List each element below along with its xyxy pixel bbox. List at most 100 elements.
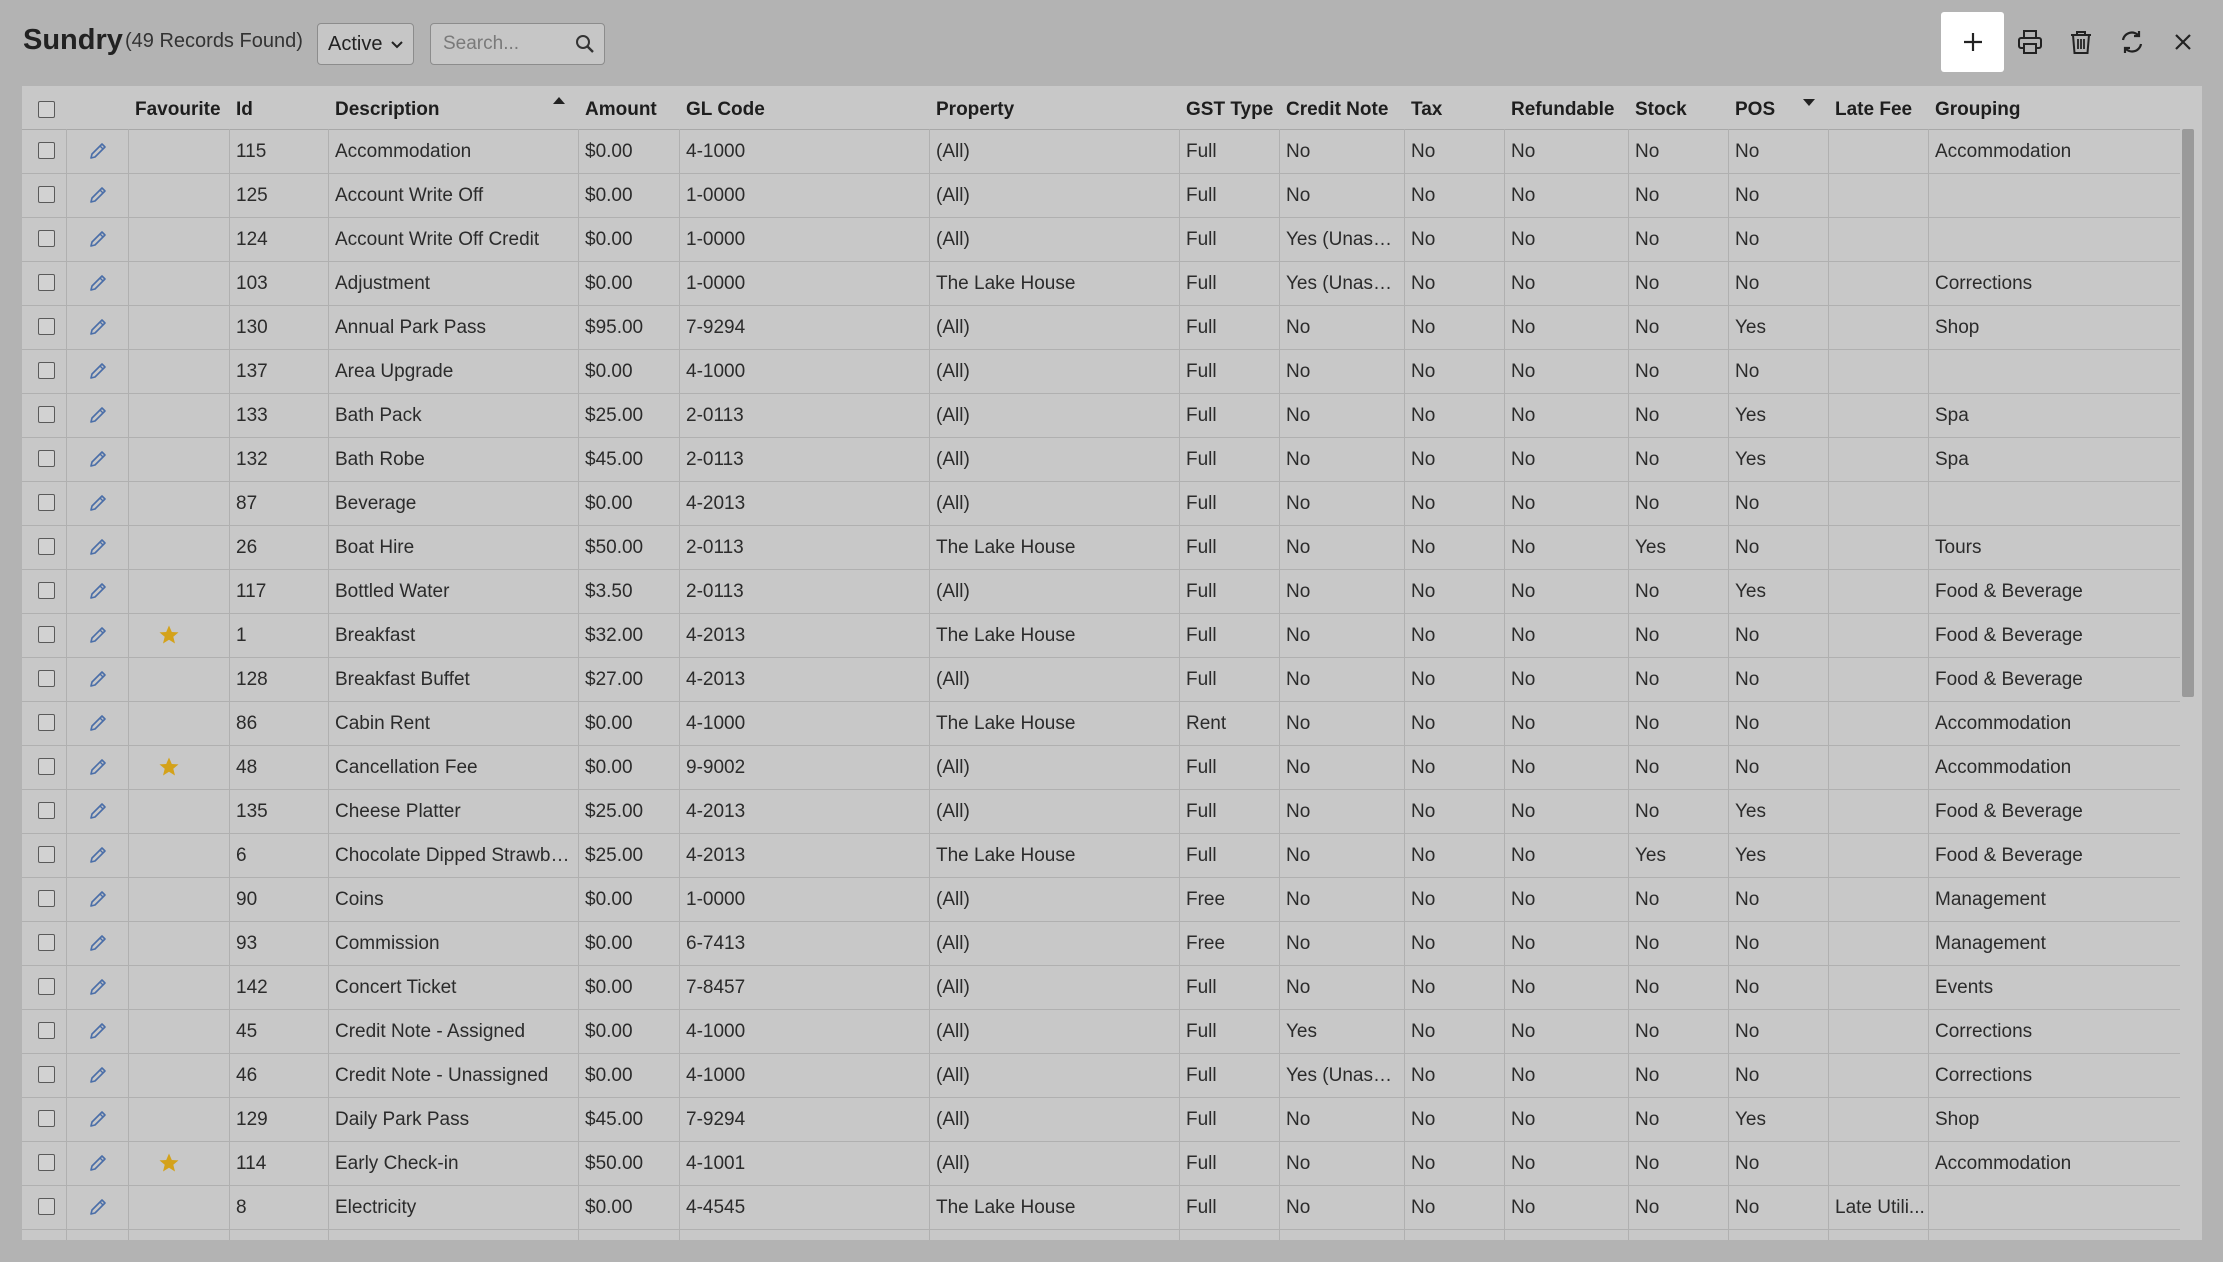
table-row[interactable]: 46 Credit Note - Unassigned $0.00 4-1000 (Al… bbox=[22, 1053, 2180, 1098]
row-checkbox[interactable] bbox=[38, 1066, 55, 1083]
row-checkbox[interactable] bbox=[38, 186, 55, 203]
edit-icon[interactable] bbox=[88, 493, 108, 513]
row-checkbox[interactable] bbox=[38, 362, 55, 379]
column-header-refundable[interactable]: Refundable bbox=[1511, 86, 1614, 129]
table-row[interactable]: 103 Adjustment $0.00 1-0000 The Lake House Fu… bbox=[22, 261, 2180, 306]
edit-icon[interactable] bbox=[88, 713, 108, 733]
search-icon[interactable] bbox=[575, 34, 595, 54]
table-row[interactable]: 90 Coins $0.00 1-0000 (All) Free No No No No No Man… bbox=[22, 877, 2180, 922]
table-row[interactable]: 6 Chocolate Dipped Strawbe... $25.00 4-2013… bbox=[22, 833, 2180, 878]
row-checkbox[interactable] bbox=[38, 1110, 55, 1127]
column-header-gl-code[interactable]: GL Code bbox=[686, 86, 765, 129]
scrollbar-thumb[interactable] bbox=[2182, 129, 2194, 697]
select-all-checkbox[interactable] bbox=[38, 101, 55, 118]
edit-icon[interactable] bbox=[88, 229, 108, 249]
edit-icon[interactable] bbox=[88, 757, 108, 777]
status-filter-select[interactable]: Active bbox=[317, 23, 414, 65]
table-row[interactable]: 125 Account Write Off $0.00 1-0000 (All) Full… bbox=[22, 173, 2180, 218]
column-header-tax[interactable]: Tax bbox=[1411, 86, 1442, 129]
row-checkbox[interactable] bbox=[38, 450, 55, 467]
column-header-id[interactable]: Id bbox=[236, 86, 253, 129]
row-checkbox[interactable] bbox=[38, 626, 55, 643]
edit-icon[interactable] bbox=[88, 625, 108, 645]
column-header-amount[interactable]: Amount bbox=[585, 86, 657, 129]
row-checkbox[interactable] bbox=[38, 934, 55, 951]
edit-icon[interactable] bbox=[88, 933, 108, 953]
edit-icon[interactable] bbox=[88, 185, 108, 205]
edit-icon[interactable] bbox=[88, 537, 108, 557]
row-checkbox[interactable] bbox=[38, 802, 55, 819]
column-header-grouping[interactable]: Grouping bbox=[1935, 86, 2020, 129]
table-row[interactable]: 8 Electricity $0.00 4-4545 The Lake House Ful… bbox=[22, 1185, 2180, 1230]
table-row[interactable]: 45 Credit Note - Assigned $0.00 4-1000 (All)… bbox=[22, 1009, 2180, 1054]
table-row[interactable]: 26 Boat Hire $50.00 2-0113 The Lake House Ful… bbox=[22, 525, 2180, 570]
row-checkbox[interactable] bbox=[38, 318, 55, 335]
table-row[interactable]: 135 Cheese Platter $25.00 4-2013 (All) Full No… bbox=[22, 789, 2180, 834]
column-header-property[interactable]: Property bbox=[936, 86, 1014, 129]
table-row[interactable]: 132 Bath Robe $45.00 2-0113 (All) Full No No No N… bbox=[22, 437, 2180, 482]
print-button[interactable] bbox=[2004, 12, 2055, 72]
edit-icon[interactable] bbox=[88, 1153, 108, 1173]
column-header-late-fee[interactable]: Late Fee bbox=[1835, 86, 1912, 129]
column-menu-icon[interactable] bbox=[1803, 99, 1815, 106]
row-checkbox[interactable] bbox=[38, 670, 55, 687]
row-checkbox[interactable] bbox=[38, 714, 55, 731]
refresh-button[interactable] bbox=[2106, 12, 2157, 72]
edit-icon[interactable] bbox=[88, 977, 108, 997]
favourite-star-icon[interactable] bbox=[158, 624, 180, 646]
column-header-gst-type[interactable]: GST Type bbox=[1186, 86, 1273, 129]
favourite-star-icon[interactable] bbox=[158, 756, 180, 778]
column-header-stock[interactable]: Stock bbox=[1635, 86, 1687, 129]
table-row[interactable]: 48 Cancellation Fee $0.00 9-9002 (All) Full No… bbox=[22, 745, 2180, 790]
table-row[interactable]: 93 Commission $0.00 6-7413 (All) Free No No No No… bbox=[22, 921, 2180, 966]
row-checkbox[interactable] bbox=[38, 1198, 55, 1215]
column-header-pos[interactable]: POS bbox=[1735, 86, 1775, 129]
search-input[interactable] bbox=[441, 32, 575, 56]
row-checkbox[interactable] bbox=[38, 978, 55, 995]
delete-button[interactable] bbox=[2055, 12, 2106, 72]
edit-icon[interactable] bbox=[88, 273, 108, 293]
table-row[interactable]: 129 Daily Park Pass $45.00 7-9294 (All) Full N… bbox=[22, 1097, 2180, 1142]
edit-icon[interactable] bbox=[88, 1197, 108, 1217]
edit-icon[interactable] bbox=[88, 1021, 108, 1041]
search-box[interactable] bbox=[430, 23, 605, 65]
edit-icon[interactable] bbox=[88, 801, 108, 821]
row-checkbox[interactable] bbox=[38, 846, 55, 863]
add-button[interactable] bbox=[1941, 12, 2004, 72]
table-row[interactable]: 117 Bottled Water $3.50 2-0113 (All) Full No No… bbox=[22, 569, 2180, 614]
table-row[interactable]: 142 Concert Ticket $0.00 7-8457 (All) Full No N… bbox=[22, 965, 2180, 1010]
row-checkbox[interactable] bbox=[38, 758, 55, 775]
table-row[interactable]: 124 Account Write Off Credit $0.00 1-0000 (A… bbox=[22, 217, 2180, 262]
table-row[interactable]: 133 Bath Pack $25.00 2-0113 (All) Full No No No N… bbox=[22, 393, 2180, 438]
row-checkbox[interactable] bbox=[38, 582, 55, 599]
row-checkbox[interactable] bbox=[38, 1022, 55, 1039]
edit-icon[interactable] bbox=[88, 889, 108, 909]
edit-icon[interactable] bbox=[88, 669, 108, 689]
row-checkbox[interactable] bbox=[38, 274, 55, 291]
edit-icon[interactable] bbox=[88, 845, 108, 865]
row-checkbox[interactable] bbox=[38, 538, 55, 555]
edit-icon[interactable] bbox=[88, 361, 108, 381]
table-row[interactable]: 128 Breakfast Buffet $27.00 4-2013 (All) Full… bbox=[22, 657, 2180, 702]
edit-icon[interactable] bbox=[88, 1109, 108, 1129]
close-button[interactable] bbox=[2157, 12, 2208, 72]
row-checkbox[interactable] bbox=[38, 890, 55, 907]
table-row[interactable]: 1 Breakfast $32.00 4-2013 The Lake House Full… bbox=[22, 613, 2180, 658]
column-header-favourite[interactable]: Favourite bbox=[135, 86, 221, 129]
table-row[interactable]: 87 Beverage $0.00 4-2013 (All) Full No No No No No bbox=[22, 481, 2180, 526]
row-checkbox[interactable] bbox=[38, 142, 55, 159]
row-checkbox[interactable] bbox=[38, 230, 55, 247]
table-row[interactable]: 130 Annual Park Pass $95.00 7-9294 (All) Full… bbox=[22, 305, 2180, 350]
row-checkbox[interactable] bbox=[38, 1154, 55, 1171]
edit-icon[interactable] bbox=[88, 581, 108, 601]
table-row[interactable]: 114 Early Check-in $50.00 4-1001 (All) Full No… bbox=[22, 1141, 2180, 1186]
column-header-credit-note[interactable]: Credit Note bbox=[1286, 86, 1388, 129]
row-checkbox[interactable] bbox=[38, 406, 55, 423]
favourite-star-icon[interactable] bbox=[158, 1152, 180, 1174]
table-row[interactable]: 86 Cabin Rent $0.00 4-1000 The Lake House Ren… bbox=[22, 701, 2180, 746]
edit-icon[interactable] bbox=[88, 405, 108, 425]
row-checkbox[interactable] bbox=[38, 494, 55, 511]
edit-icon[interactable] bbox=[88, 317, 108, 337]
edit-icon[interactable] bbox=[88, 141, 108, 161]
table-row[interactable]: 137 Area Upgrade $0.00 4-1000 (All) Full No No N… bbox=[22, 349, 2180, 394]
